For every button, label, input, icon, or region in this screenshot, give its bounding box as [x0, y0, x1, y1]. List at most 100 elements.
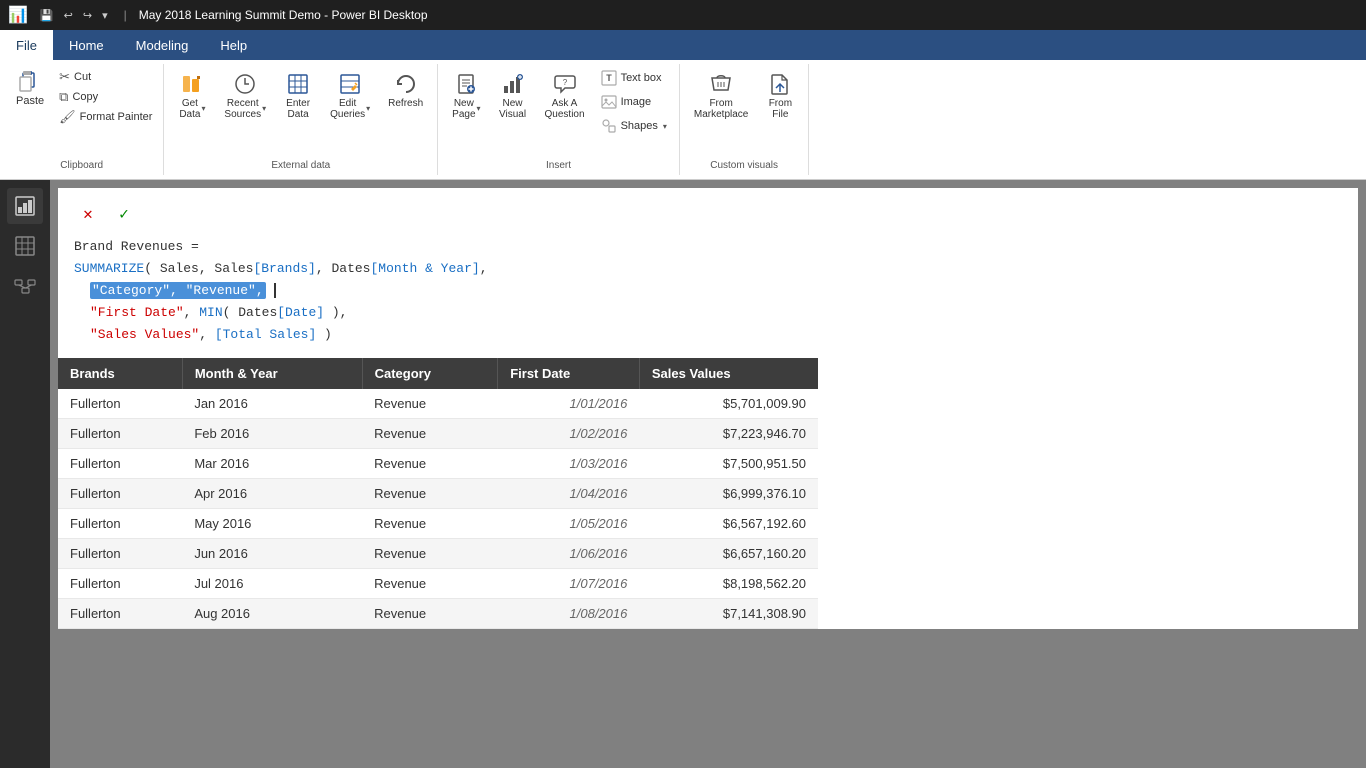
recent-sources-label-row: RecentSources ▾ — [224, 96, 266, 120]
new-visual-icon — [501, 72, 525, 96]
clipboard-small-btns: ✂ Cut ⧉ Copy 🖌 Format Painter — [56, 68, 155, 126]
cell-category: Revenue — [362, 449, 498, 479]
new-visual-button[interactable]: NewVisual — [493, 68, 533, 124]
col-header-category: Category — [362, 358, 498, 389]
get-data-button[interactable]: GetData ▾ — [172, 68, 212, 124]
formula-cancel-button[interactable]: ✕ — [74, 200, 102, 228]
format-painter-icon: 🖌 — [59, 109, 76, 125]
new-page-icon — [454, 72, 478, 96]
enter-data-button[interactable]: EnterData — [278, 68, 318, 124]
copy-icon: ⧉ — [59, 89, 68, 105]
cell-sales-values: $7,223,946.70 — [639, 419, 818, 449]
ask-question-icon: ? — [553, 72, 577, 96]
enter-data-icon — [286, 72, 310, 96]
new-page-label-row: NewPage ▾ — [452, 96, 480, 120]
table-row: Fullerton Feb 2016 Revenue 1/02/2016 $7,… — [58, 419, 818, 449]
image-label: Image — [621, 96, 652, 108]
ribbon-group-insert: NewPage ▾ NewVisual — [438, 64, 680, 175]
sidebar-item-report[interactable] — [7, 188, 43, 224]
cell-sales-values: $8,198,562.20 — [639, 569, 818, 599]
report-icon — [14, 195, 36, 217]
paste-button[interactable]: Paste — [8, 68, 52, 109]
formula-line4: "First Date", MIN( Dates[Date] ), — [90, 302, 347, 324]
cell-sales-values: $5,701,009.90 — [639, 389, 818, 419]
quick-access-toolbar: 💾 ↩ ↪ ▾ — [36, 7, 112, 24]
text-box-icon: T — [601, 70, 617, 86]
left-sidebar — [0, 180, 50, 768]
formula-line1: Brand Revenues = — [74, 239, 199, 254]
cell-month: Jan 2016 — [182, 389, 362, 419]
cell-first-date: 1/05/2016 — [498, 509, 640, 539]
redo-icon[interactable]: ↪ — [79, 7, 96, 24]
table-row: Fullerton May 2016 Revenue 1/05/2016 $6,… — [58, 509, 818, 539]
scissors-icon: ✂ — [59, 69, 70, 85]
external-data-group-label: External data — [271, 160, 330, 171]
menu-item-help[interactable]: Help — [204, 30, 263, 60]
cell-category: Revenue — [362, 539, 498, 569]
text-box-button[interactable]: T Text box — [597, 68, 671, 88]
ask-question-button[interactable]: ? Ask AQuestion — [539, 68, 591, 124]
edit-queries-icon — [338, 72, 362, 96]
new-page-button[interactable]: NewPage ▾ — [446, 68, 486, 124]
copy-button[interactable]: ⧉ Copy — [56, 88, 155, 106]
cell-month: Aug 2016 — [182, 599, 362, 629]
data-icon — [14, 235, 36, 257]
clipboard-group-label: Clipboard — [60, 160, 103, 171]
sidebar-item-data[interactable] — [7, 228, 43, 264]
formula-confirm-button[interactable]: ✓ — [110, 200, 138, 228]
new-page-label: NewPage — [452, 98, 475, 120]
cell-first-date: 1/07/2016 — [498, 569, 640, 599]
formula-code[interactable]: Brand Revenues = SUMMARIZE( Sales, Sales… — [74, 236, 1342, 346]
format-painter-label: Format Painter — [80, 111, 153, 123]
cell-month: Mar 2016 — [182, 449, 362, 479]
menu-item-home[interactable]: Home — [53, 30, 120, 60]
sidebar-item-model[interactable] — [7, 268, 43, 304]
cell-category: Revenue — [362, 419, 498, 449]
cut-label: Cut — [74, 71, 91, 83]
data-table-wrapper: Brands Month & Year Category First Date … — [58, 358, 1358, 629]
customize-icon[interactable]: ▾ — [98, 7, 112, 24]
recent-sources-button[interactable]: RecentSources ▾ — [218, 68, 272, 124]
get-data-label-row: GetData ▾ — [179, 96, 205, 120]
edit-queries-button[interactable]: EditQueries ▾ — [324, 68, 376, 124]
cell-category: Revenue — [362, 509, 498, 539]
format-painter-button[interactable]: 🖌 Format Painter — [56, 108, 155, 126]
ribbon: Paste ✂ Cut ⧉ Copy 🖌 Format Painte — [0, 60, 1366, 180]
from-marketplace-button[interactable]: FromMarketplace — [688, 68, 754, 124]
ribbon-group-clipboard: Paste ✂ Cut ⧉ Copy 🖌 Format Painte — [0, 64, 164, 175]
table-row: Fullerton Apr 2016 Revenue 1/04/2016 $6,… — [58, 479, 818, 509]
cell-category: Revenue — [362, 599, 498, 629]
col-header-first-date: First Date — [498, 358, 640, 389]
cell-first-date: 1/08/2016 — [498, 599, 640, 629]
cut-button[interactable]: ✂ Cut — [56, 68, 155, 86]
cell-sales-values: $6,999,376.10 — [639, 479, 818, 509]
formula-toolbar: ✕ ✓ — [74, 200, 1342, 228]
from-file-button[interactable]: FromFile — [760, 68, 800, 124]
col-header-month-year: Month & Year — [182, 358, 362, 389]
save-icon[interactable]: 💾 — [36, 7, 58, 24]
image-button[interactable]: Image — [597, 92, 671, 112]
cell-first-date: 1/01/2016 — [498, 389, 640, 419]
cell-month: Jul 2016 — [182, 569, 362, 599]
insert-group-label: Insert — [546, 160, 571, 171]
cell-brands: Fullerton — [58, 539, 182, 569]
formula-bar: ✕ ✓ Brand Revenues = SUMMARIZE( Sales, S… — [58, 188, 1358, 358]
paste-area: Paste — [8, 68, 52, 109]
content-area: ✕ ✓ Brand Revenues = SUMMARIZE( Sales, S… — [50, 180, 1366, 768]
menu-item-file[interactable]: File — [0, 30, 53, 60]
formula-line5: "Sales Values", [Total Sales] ) — [90, 324, 332, 346]
recent-sources-label: RecentSources — [224, 98, 261, 120]
undo-icon[interactable]: ↩ — [60, 7, 77, 24]
shapes-button[interactable]: Shapes ▾ — [597, 116, 671, 136]
cell-sales-values: $7,141,308.90 — [639, 599, 818, 629]
refresh-button[interactable]: Refresh — [382, 68, 429, 113]
cell-first-date: 1/02/2016 — [498, 419, 640, 449]
cell-month: Apr 2016 — [182, 479, 362, 509]
from-file-label: FromFile — [769, 98, 792, 120]
cell-sales-values: $6,567,192.60 — [639, 509, 818, 539]
cell-brands: Fullerton — [58, 419, 182, 449]
shapes-label: Shapes — [621, 120, 658, 132]
menu-item-modeling[interactable]: Modeling — [120, 30, 205, 60]
get-data-label: GetData — [179, 98, 200, 120]
from-file-icon — [768, 72, 792, 96]
